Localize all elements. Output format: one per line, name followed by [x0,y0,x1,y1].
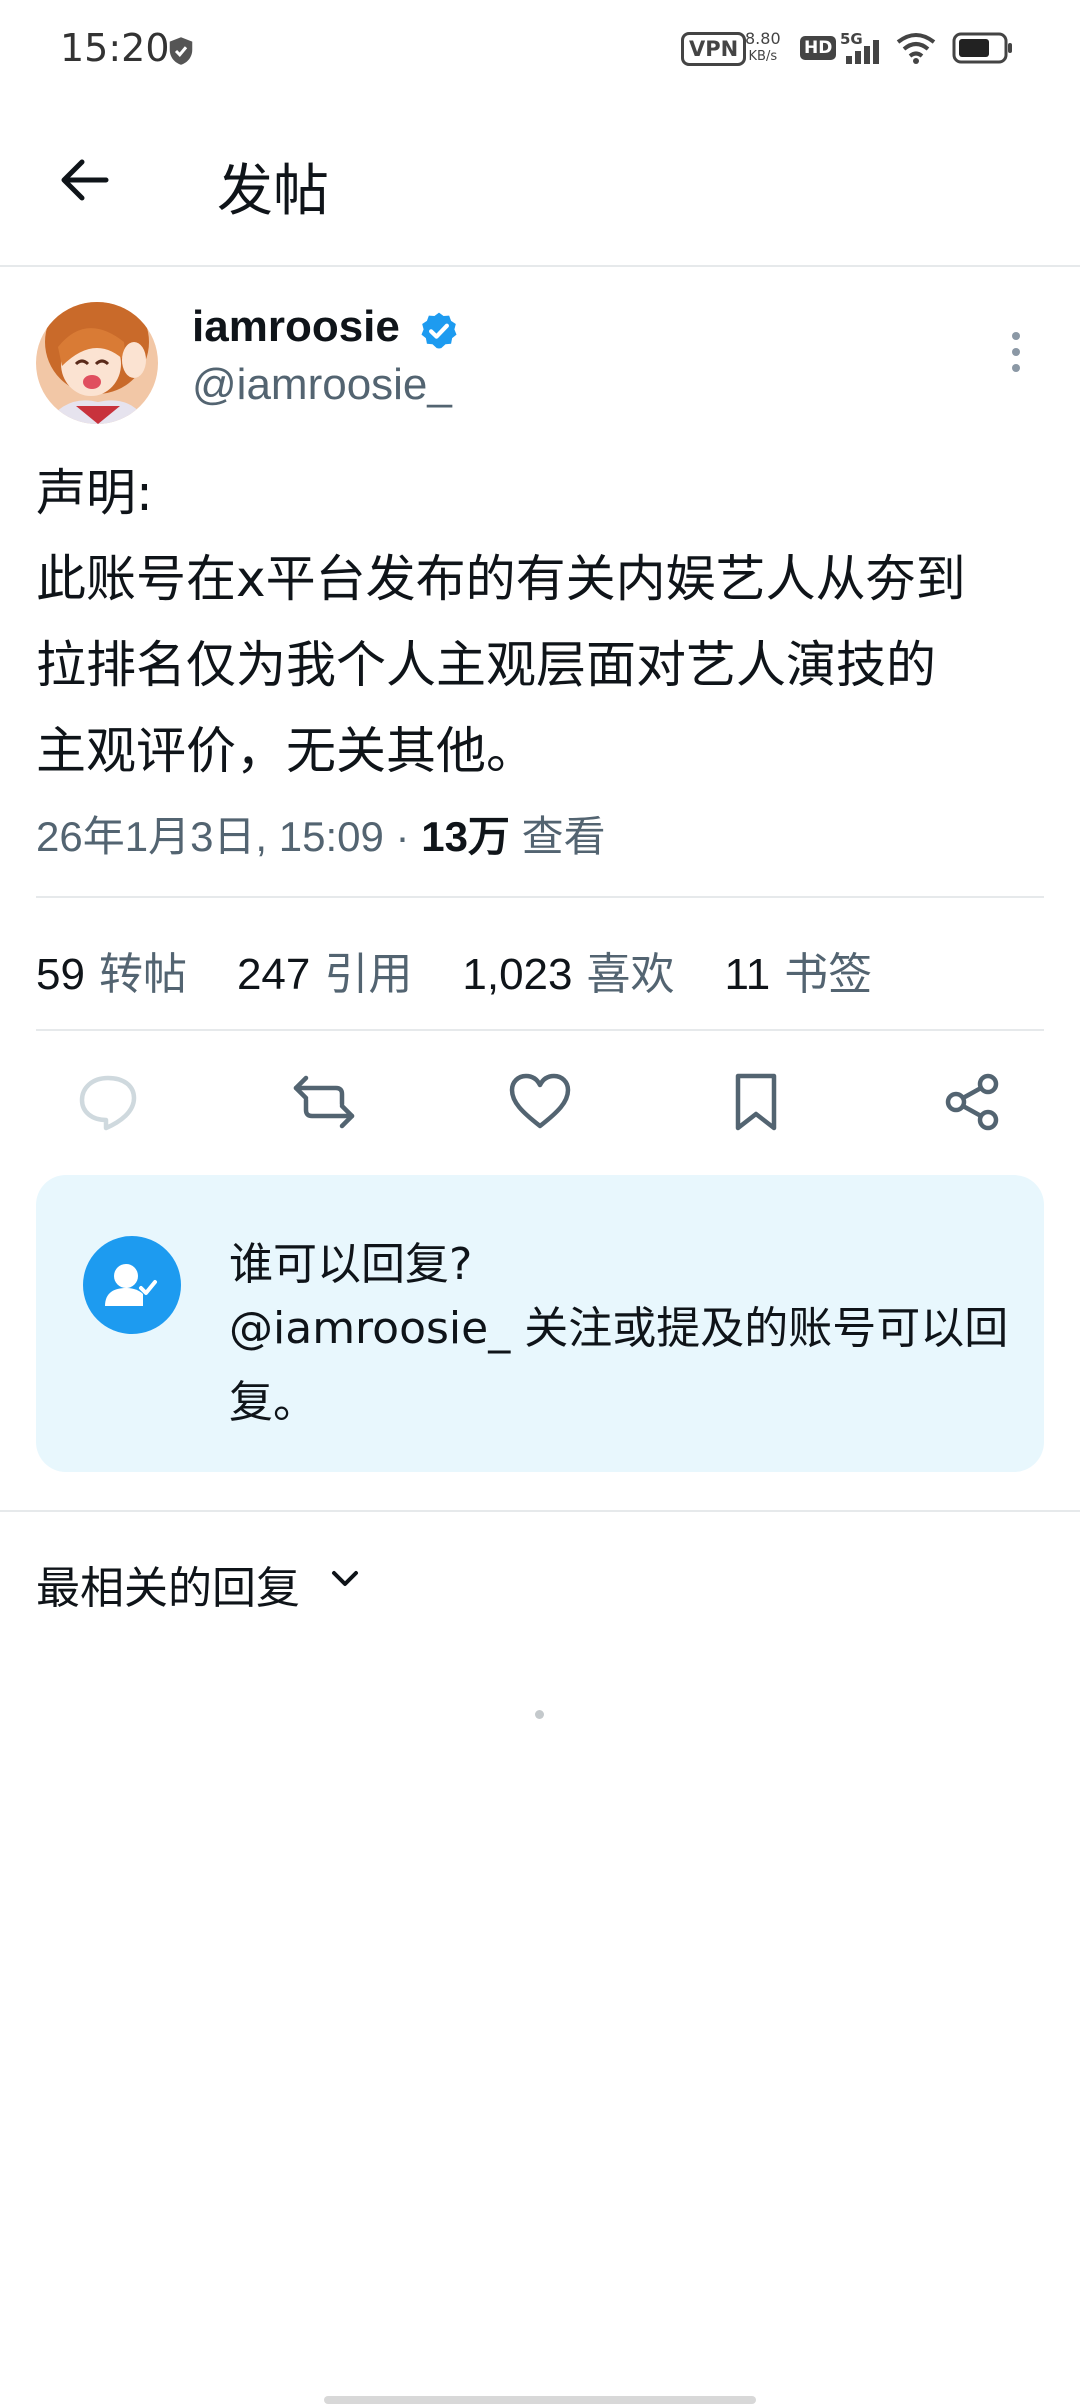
vpn-badge: VPN [681,32,747,66]
page-title: 发帖 [217,159,329,224]
stat-reposts[interactable]: 59 转帖 [36,949,187,1000]
stat-bookmarks[interactable]: 11 书签 [724,949,872,1000]
status-time: 15:20 [60,26,170,70]
meta-divider [36,896,1044,898]
header-divider [0,265,1080,267]
more-options-icon[interactable] [1006,328,1026,376]
stat-value: 59 [36,950,85,999]
like-icon[interactable] [508,1070,572,1134]
loading-indicator [535,1710,544,1719]
stats-divider [36,1029,1044,1031]
net-speed: 8.80 KB/s [745,30,781,66]
stat-value: 11 [724,950,771,999]
post-line: 声明: [36,464,153,522]
net-speed-unit: KB/s [748,49,778,64]
network-type: 5G [840,30,863,48]
avatar[interactable] [36,302,158,424]
stat-label: 转帖 [98,949,187,1000]
arrow-left-icon[interactable] [54,150,114,210]
engagement-stats: 59 转帖 247 引用 1,023 喜欢 11 书签 [36,938,908,1002]
post-line: 拉排名仅为我个人主观层面对艺人演技的 [36,636,936,694]
section-divider [0,1510,1080,1512]
signal-icon: 5G [840,30,879,64]
post-text: 声明: 此账号在x平台发布的有关内娱艺人从夯到 拉排名仅为我个人主观层面对艺人演… [36,450,1046,794]
net-speed-value: 8.80 [745,29,781,48]
views-count: 13万 [421,813,510,860]
post-line: 主观评价，无关其他。 [36,722,536,780]
post-timestamp[interactable]: 26年1月3日, 15:09 [36,813,384,860]
battery-icon [952,32,1012,64]
post-meta: 26年1月3日, 15:09 · 13万 查看 [36,803,606,864]
replies-sort-label[interactable]: 最相关的回复 [36,1552,300,1616]
author-name[interactable]: iamroosie [192,302,400,352]
reply-restriction-icon [83,1236,181,1334]
hd-badge: HD [800,36,837,60]
stat-value: 247 [236,950,311,999]
share-icon[interactable] [940,1070,1004,1134]
bookmark-icon[interactable] [724,1070,788,1134]
chevron-down-icon[interactable] [328,1562,362,1596]
stat-value: 1,023 [462,950,573,999]
views-label: 查看 [521,813,606,860]
wifi-icon [896,33,936,64]
meta-separator: · [395,813,410,860]
author-handle[interactable]: @iamroosie_ [192,360,452,410]
reply-restriction-description: @iamroosie_ 关注或提及的账号可以回复。 [229,1303,1009,1428]
stat-likes[interactable]: 1,023 喜欢 [462,949,674,1000]
verified-badge-icon [421,312,457,349]
stat-label: 引用 [324,949,413,1000]
stat-label: 喜欢 [586,949,675,1000]
post-line: 此账号在x平台发布的有关内娱艺人从夯到 [36,550,966,608]
repost-icon[interactable] [292,1070,356,1134]
stat-quotes[interactable]: 247 引用 [237,949,412,1000]
home-indicator[interactable] [324,2396,756,2404]
stat-label: 书签 [784,949,873,1000]
shield-icon [169,37,193,65]
reply-restriction-title: 谁可以回复? [229,1239,473,1290]
reply-icon[interactable] [76,1070,140,1134]
